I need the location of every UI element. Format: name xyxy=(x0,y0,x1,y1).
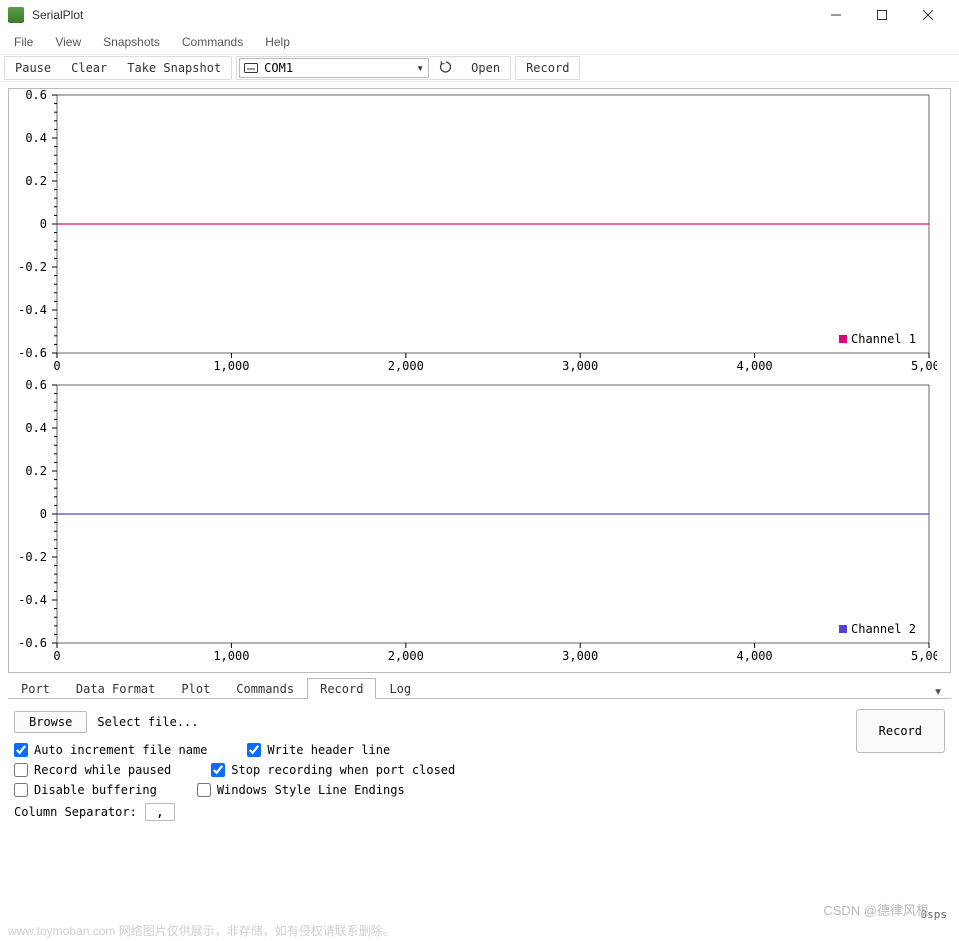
reload-icon xyxy=(439,60,453,74)
svg-text:-0.4: -0.4 xyxy=(18,303,47,317)
svg-text:3,000: 3,000 xyxy=(562,649,598,663)
record-start-button[interactable]: Record xyxy=(856,709,945,753)
record-panel: Record Browse Select file... Auto increm… xyxy=(0,699,959,833)
menu-help[interactable]: Help xyxy=(255,33,300,51)
svg-text:0: 0 xyxy=(53,359,60,373)
svg-text:3,000: 3,000 xyxy=(562,359,598,373)
minimize-icon xyxy=(831,10,841,20)
svg-text:4,000: 4,000 xyxy=(737,359,773,373)
clear-button[interactable]: Clear xyxy=(63,59,115,77)
column-separator-input[interactable] xyxy=(145,803,175,821)
svg-text:1,000: 1,000 xyxy=(213,359,249,373)
header-line-label: Write header line xyxy=(267,743,390,757)
svg-text:1,000: 1,000 xyxy=(213,649,249,663)
svg-text:5,000: 5,000 xyxy=(911,649,937,663)
svg-text:Channel 1: Channel 1 xyxy=(851,332,916,346)
tab-log[interactable]: Log xyxy=(376,678,424,699)
bottom-tabs: Port Data Format Plot Commands Record Lo… xyxy=(8,677,951,699)
svg-text:0: 0 xyxy=(40,217,47,231)
browse-button[interactable]: Browse xyxy=(14,711,87,733)
status-sps: 0sps xyxy=(921,908,948,921)
svg-text:0.2: 0.2 xyxy=(25,174,47,188)
svg-text:0.4: 0.4 xyxy=(25,131,47,145)
tab-commands[interactable]: Commands xyxy=(223,678,307,699)
svg-text:0.6: 0.6 xyxy=(25,89,47,102)
select-file-label: Select file... xyxy=(97,715,198,729)
svg-text:-0.2: -0.2 xyxy=(18,550,47,564)
port-value: COM1 xyxy=(264,61,416,75)
stop-on-close-label: Stop recording when port closed xyxy=(231,763,455,777)
menubar: File View Snapshots Commands Help xyxy=(0,30,959,54)
toolbar: Pause Clear Take Snapshot COM1 ▼ Open Re… xyxy=(0,54,959,82)
record-button[interactable]: Record xyxy=(518,59,577,77)
close-button[interactable] xyxy=(905,0,951,30)
record-paused-label: Record while paused xyxy=(34,763,171,777)
keyboard-icon xyxy=(244,63,258,73)
reload-button[interactable] xyxy=(433,60,459,77)
svg-text:5,000: 5,000 xyxy=(911,359,937,373)
svg-text:4,000: 4,000 xyxy=(737,649,773,663)
maximize-icon xyxy=(877,10,887,20)
svg-text:-0.2: -0.2 xyxy=(18,260,47,274)
svg-text:-0.4: -0.4 xyxy=(18,593,47,607)
app-icon xyxy=(8,7,24,23)
close-icon xyxy=(923,10,933,20)
auto-increment-checkbox[interactable] xyxy=(14,743,28,757)
menu-file[interactable]: File xyxy=(4,33,43,51)
watermark-toymoban: www.toymoban.com 网络图片仅供展示，非存储，如有侵权请联系删除。 xyxy=(8,922,395,939)
svg-text:0: 0 xyxy=(40,507,47,521)
tab-port[interactable]: Port xyxy=(8,678,63,699)
header-line-checkbox[interactable] xyxy=(247,743,261,757)
maximize-button[interactable] xyxy=(859,0,905,30)
tab-overflow-button[interactable]: ▼ xyxy=(925,687,951,698)
window-title: SerialPlot xyxy=(32,8,813,22)
menu-commands[interactable]: Commands xyxy=(172,33,253,51)
svg-text:-0.6: -0.6 xyxy=(18,636,47,650)
svg-text:2,000: 2,000 xyxy=(388,359,424,373)
auto-increment-label: Auto increment file name xyxy=(34,743,207,757)
open-button[interactable]: Open xyxy=(463,59,508,77)
windows-endings-label: Windows Style Line Endings xyxy=(217,783,405,797)
svg-text:-0.6: -0.6 xyxy=(18,346,47,360)
menu-view[interactable]: View xyxy=(45,33,91,51)
svg-text:0.4: 0.4 xyxy=(25,421,47,435)
svg-text:2,000: 2,000 xyxy=(388,649,424,663)
titlebar: SerialPlot xyxy=(0,0,959,30)
tab-data-format[interactable]: Data Format xyxy=(63,678,168,699)
snapshot-button[interactable]: Take Snapshot xyxy=(119,59,229,77)
stop-on-close-checkbox[interactable] xyxy=(211,763,225,777)
svg-text:0: 0 xyxy=(53,649,60,663)
tab-plot[interactable]: Plot xyxy=(168,678,223,699)
port-select[interactable]: COM1 ▼ xyxy=(239,58,429,78)
svg-text:0.2: 0.2 xyxy=(25,464,47,478)
svg-text:Channel 2: Channel 2 xyxy=(851,622,916,636)
disable-buffering-label: Disable buffering xyxy=(34,783,157,797)
pause-button[interactable]: Pause xyxy=(7,59,59,77)
plot-area: -0.6 -0.4 -0.2 0 0.2 0.4 0.6 0 1,000 2,000 3,000 4,… xyxy=(8,88,951,673)
watermark-csdn: CSDN @德律风根 xyxy=(823,900,929,919)
svg-text:0.6: 0.6 xyxy=(25,378,47,392)
disable-buffering-checkbox[interactable] xyxy=(14,783,28,797)
minimize-button[interactable] xyxy=(813,0,859,30)
menu-snapshots[interactable]: Snapshots xyxy=(93,33,170,51)
tab-record[interactable]: Record xyxy=(307,678,376,699)
windows-endings-checkbox[interactable] xyxy=(197,783,211,797)
column-separator-label: Column Separator: xyxy=(14,805,137,819)
chevron-down-icon: ▼ xyxy=(416,64,424,73)
record-paused-checkbox[interactable] xyxy=(14,763,28,777)
